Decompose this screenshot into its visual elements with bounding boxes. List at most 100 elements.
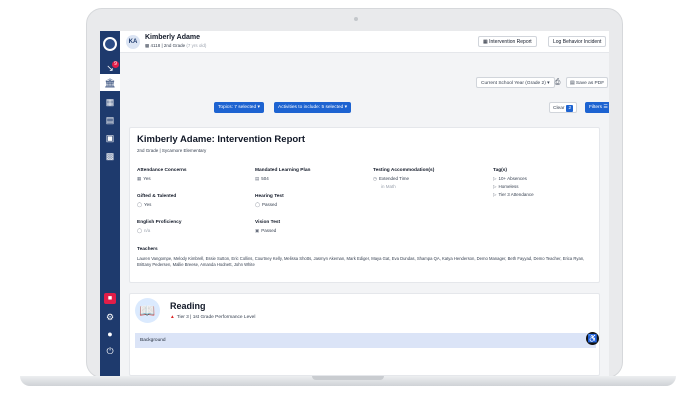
- teachers-list: Lauren Vangompe, Melody Kimbrell, Essie …: [137, 256, 585, 267]
- tag-icon: ▷: [493, 176, 497, 181]
- page-title: Kimberly Adame: Intervention Report: [137, 134, 306, 145]
- report-subtitle: 2nd Grade | Sycamore Elementary: [137, 148, 207, 153]
- chat-icon[interactable]: ■: [104, 293, 116, 304]
- save-pdf-button[interactable]: ▤ Save as PDF: [566, 77, 609, 88]
- hearing-value: ◯ Passed: [255, 202, 277, 208]
- clock-icon: ◷: [373, 176, 377, 181]
- background-accordion[interactable]: Background: [135, 333, 596, 348]
- english-value-text: n/a: [144, 228, 151, 233]
- school-year-value: Current School Year (Grade 2): [481, 81, 546, 86]
- english-value: ◯ n/a: [137, 228, 150, 234]
- tag-text: 10+ Absences: [498, 176, 527, 181]
- laptop-notch: [312, 376, 384, 380]
- testing-value: ◷ Extended Time: [373, 176, 409, 182]
- gifted-value-text: Yes: [144, 202, 152, 207]
- accessibility-icon[interactable]: ♿: [586, 332, 599, 345]
- tag-text: Homeless: [498, 184, 519, 189]
- power-icon[interactable]: ⏻: [104, 345, 116, 357]
- tag-item: ▷ Tier 3 Attendance: [493, 192, 534, 198]
- student-grade: 2nd Grade: [163, 43, 186, 48]
- clipboard-icon: ▤: [255, 176, 260, 181]
- tags-label: Tag(s): [493, 168, 508, 173]
- background-label: Background: [140, 338, 166, 343]
- document-icon[interactable]: ▤: [104, 114, 116, 126]
- school-year-select[interactable]: Current School Year (Grade 2) ▾: [476, 77, 555, 88]
- tag-icon: ▷: [493, 192, 497, 197]
- glasses-icon: ▣: [255, 228, 260, 233]
- app-screen: ↘ 9 🏛 ▦ ▤ ▣ ▩ ■ ⚙ ● ⏻ KA Kimberly Adame …: [100, 31, 609, 376]
- laptop-frame: ↘ 9 🏛 ▦ ▤ ▣ ▩ ■ ⚙ ● ⏻ KA Kimberly Adame …: [86, 8, 623, 378]
- sidebar: ↘ 9 🏛 ▦ ▤ ▣ ▩ ■ ⚙ ● ⏻: [100, 31, 120, 376]
- filters-label: Filters: [589, 105, 603, 110]
- bulb-icon: ◯: [137, 202, 143, 207]
- learning-plan-value: ▤ 504: [255, 176, 269, 182]
- tier-line: ▲ Tier 3 | 1st Grade Performance Level: [170, 315, 255, 320]
- webcam: [354, 17, 358, 21]
- vision-value: ▣ Passed: [255, 228, 276, 234]
- school-icon[interactable]: 🏛: [104, 77, 116, 89]
- avatar: KA: [126, 35, 140, 49]
- intervention-report-label: Intervention Report: [489, 39, 532, 45]
- clear-filters-button[interactable]: Clear 2: [549, 102, 578, 113]
- filters-button[interactable]: Filters ☰: [585, 102, 609, 113]
- calendar-icon: ▦: [137, 176, 142, 181]
- learning-plan-value-text: 504: [261, 176, 269, 181]
- print-icon[interactable]: ⎙: [552, 77, 563, 88]
- chevron-down-icon: ▾: [257, 105, 260, 110]
- gifted-label: Gifted & Talented: [137, 194, 177, 199]
- laptop-base: [20, 376, 676, 386]
- reading-title: Reading: [170, 301, 206, 311]
- attendance-value: ▦ Yes: [137, 176, 151, 182]
- globe-small-icon: ◯: [137, 228, 143, 233]
- chevron-down-icon: ▾: [344, 105, 348, 110]
- chart-icon[interactable]: ▩: [104, 150, 116, 162]
- student-age: (7 yrs old): [186, 43, 207, 48]
- ear-icon: ◯: [255, 202, 261, 207]
- tag-item: ▷ Homeless: [493, 184, 518, 190]
- student-id: 4118: [150, 43, 161, 48]
- testing-label: Testing Accommodation(s): [373, 168, 435, 173]
- student-name: Kimberly Adame: [145, 34, 200, 41]
- report-card: Kimberly Adame: Intervention Report 2nd …: [129, 127, 600, 283]
- tier-text: Tier 3 | 1st Grade Performance Level: [176, 315, 256, 320]
- clear-label: Clear: [553, 106, 565, 111]
- topics-filter-chip[interactable]: Topics: 7 selected ▾: [214, 102, 264, 113]
- tag-text: Tier 3 Attendance: [498, 192, 534, 197]
- vision-value-text: Passed: [261, 228, 277, 233]
- testing-value-text: Extended Time: [378, 176, 409, 181]
- notification-badge: 9: [112, 61, 119, 68]
- gifted-value: ◯ Yes: [137, 202, 151, 208]
- activities-chip-label: Activities to include: 5 selected: [278, 105, 344, 110]
- testing-subject: in Math: [381, 184, 396, 189]
- student-meta: ▩ 4118 | 2nd Grade (7 yrs old): [145, 43, 207, 48]
- vision-label: Vision Test: [255, 220, 281, 225]
- pdf-icon: ▤: [570, 81, 575, 86]
- activities-filter-chip[interactable]: Activities to include: 5 selected ▾: [274, 102, 352, 113]
- student-header: KA Kimberly Adame ▩ 4118 | 2nd Grade (7 …: [120, 31, 609, 53]
- english-label: English Proficiency: [137, 220, 182, 225]
- reading-section: 📖 Reading ▲ Tier 3 | 1st Grade Performanc…: [129, 293, 600, 376]
- building-icon[interactable]: ▣: [104, 132, 116, 144]
- hearing-value-text: Passed: [262, 202, 278, 207]
- id-card-icon: ▩: [145, 43, 150, 48]
- filter-icon: ☰: [603, 105, 608, 110]
- calendar-icon[interactable]: ▦: [104, 96, 116, 108]
- globe-icon[interactable]: ●: [104, 328, 116, 340]
- gear-icon[interactable]: ⚙: [104, 311, 116, 323]
- log-behavior-button[interactable]: Log Behavior Incident: [548, 36, 607, 47]
- topics-chip-label: Topics: 7 selected: [218, 105, 257, 110]
- hearing-label: Hearing Test: [255, 194, 284, 199]
- district-logo[interactable]: [103, 37, 117, 51]
- save-pdf-label: Save as PDF: [575, 81, 605, 86]
- learning-plan-label: Mandated Learning Plan: [255, 168, 311, 173]
- clear-count-badge: 2: [566, 105, 574, 112]
- attendance-value-text: Yes: [143, 176, 151, 181]
- book-icon: 📖: [135, 298, 160, 323]
- attendance-label: Attendance Concerns: [137, 168, 187, 173]
- calendar-small-icon: ▦: [483, 39, 488, 45]
- intervention-report-button[interactable]: ▦ Intervention Report: [478, 36, 537, 47]
- chevron-down-icon: ▾: [547, 81, 550, 86]
- teachers-label: Teachers: [137, 247, 158, 252]
- warning-triangle-icon: ▲: [170, 315, 175, 320]
- tag-item: ▷ 10+ Absences: [493, 176, 527, 182]
